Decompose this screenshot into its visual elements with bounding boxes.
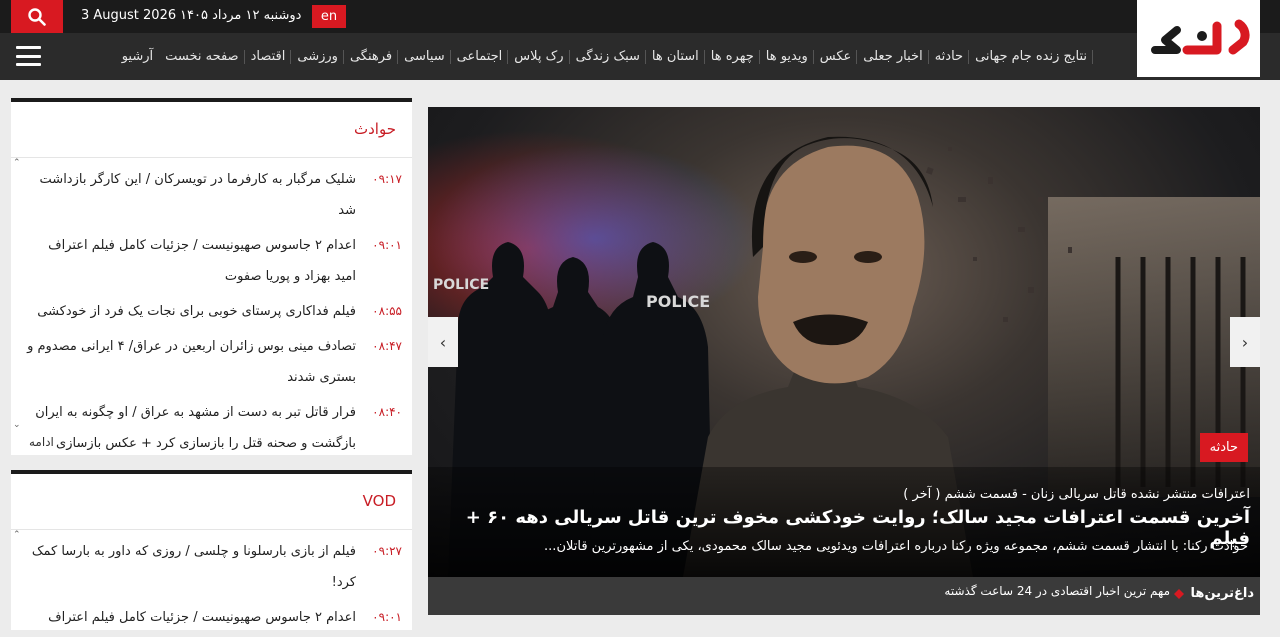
news-title[interactable]: شلیک مرگبار به کارفرما در تویسرکان / این… — [25, 164, 356, 226]
list-item[interactable]: ۰۹:۱۷ شلیک مرگبار به کارفرما در تویسرکان… — [25, 164, 402, 226]
news-time: ۰۸:۴۰ — [372, 405, 402, 419]
rokna-logo-icon — [1150, 19, 1250, 54]
list-item[interactable]: ۰۹:۰۱ اعدام ۲ جاسوس صهیونیست / جزئیات کا… — [25, 602, 402, 633]
nav-item-culture[interactable]: فرهنگی — [344, 33, 399, 80]
news-title[interactable]: فیلم از بازی بارسلونا و چلسی / روزی که د… — [25, 536, 356, 598]
hot-marker-icon — [1174, 589, 1184, 599]
hot-news-strip: داغ‌ترین‌ها مهم ترین اخبار اقتصادی در 24… — [428, 577, 1260, 615]
nav-item-home[interactable]: صفحه نخست — [159, 33, 246, 80]
divider — [11, 529, 412, 530]
nav-item-rokna-plus[interactable]: رک پلاس — [508, 33, 570, 80]
news-title[interactable]: تصادف مینی بوس زائران اربعین در عراق/ ۴ … — [25, 331, 356, 393]
vod-box-title[interactable]: VOD — [363, 492, 396, 510]
menu-icon[interactable] — [16, 46, 41, 66]
top-bar: 3 August 2026 دوشنبه ۱۲ مرداد ۱۴۰۵ en — [0, 0, 1280, 33]
date-gregorian: 3 August 2026 — [81, 8, 177, 23]
news-title[interactable]: فیلم فداکاری پرستای خوبی برای نجات یک فر… — [25, 296, 356, 327]
search-button[interactable] — [11, 0, 63, 33]
scroll-down-icon[interactable]: ⌄ — [13, 420, 21, 430]
site-logo[interactable] — [1137, 0, 1260, 77]
police-text-2: POLICE — [433, 277, 489, 293]
vod-news-list: ۰۹:۲۷ فیلم از بازی بارسلونا و چلسی / روز… — [25, 536, 402, 637]
scroll-up-icon[interactable]: ⌃ — [13, 530, 21, 540]
list-item[interactable]: ۰۹:۰۱ اعدام ۲ جاسوس صهیونیست / جزئیات کا… — [25, 230, 402, 292]
news-time: ۰۸:۴۷ — [372, 339, 402, 353]
divider — [11, 157, 412, 158]
hot-title: داغ‌ترین‌ها — [1190, 586, 1254, 601]
nav-item-photos[interactable]: عکس — [814, 33, 858, 80]
nav-item-economy[interactable]: اقتصاد — [245, 33, 292, 80]
vod-box: VOD ⌃ ۰۹:۲۷ فیلم از بازی بارسلونا و چلسی… — [11, 470, 412, 630]
list-item[interactable]: ۰۸:۴۰ فرار قاتل تبر به دست از مشهد به عر… — [25, 397, 402, 459]
scroll-up-icon[interactable]: ⌃ — [13, 158, 21, 168]
news-title[interactable]: اعدام ۲ جاسوس صهیونیست / جزئیات کامل فیل… — [25, 230, 356, 292]
nav-item-sports[interactable]: ورزشی — [291, 33, 344, 80]
nav-item-incidents[interactable]: حادثه — [929, 33, 970, 80]
list-item[interactable]: ۰۸:۴۷ تصادف مینی بوس زائران اربعین در عر… — [25, 331, 402, 393]
language-switch-button[interactable]: en — [312, 5, 346, 28]
hero-slider[interactable]: POLICE POLICE ‹ › حادثه اعترافات منتشر ن… — [428, 107, 1260, 577]
slider-next-button[interactable]: › — [1230, 317, 1260, 367]
list-item[interactable]: ۰۸:۵۵ فیلم فداکاری پرستای خوبی برای نجات… — [25, 296, 402, 327]
nav-item-fake-news[interactable]: اخبار جعلی — [857, 33, 930, 80]
chevron-right-icon: › — [1241, 332, 1249, 352]
news-time: ۰۹:۰۱ — [372, 610, 402, 624]
nav-item-lifestyle[interactable]: سبک زندگی — [570, 33, 647, 80]
main-nav: آرشیو صفحه نخست اقتصاد ورزشی فرهنگی سیاس… — [0, 33, 1280, 80]
news-title[interactable]: اعدام ۲ جاسوس صهیونیست / جزئیات کامل فیل… — [25, 602, 356, 633]
nav-item-videos[interactable]: ویدیو ها — [760, 33, 814, 80]
more-link[interactable]: ادامه — [29, 435, 54, 449]
slider-prev-button[interactable]: ‹ — [428, 317, 458, 367]
nav-item-archive[interactable]: آرشیو — [116, 33, 159, 80]
nav-items: آرشیو صفحه نخست اقتصاد ورزشی فرهنگی سیاس… — [116, 33, 1093, 80]
list-item[interactable]: ۰۹:۲۷ فیلم از بازی بارسلونا و چلسی / روز… — [25, 536, 402, 598]
news-time: ۰۸:۵۵ — [372, 304, 402, 318]
date-persian: دوشنبه ۱۲ مرداد ۱۴۰۵ — [180, 8, 302, 23]
nav-item-provinces[interactable]: استان ها — [646, 33, 705, 80]
hero-lead: حوادث رکنا: با انتشار قسمت ششم، مجموعه و… — [544, 539, 1248, 554]
news-title[interactable]: فرار قاتل تبر به دست از مشهد به عراق / ا… — [25, 397, 356, 459]
police-text-1: POLICE — [646, 292, 710, 311]
nav-item-politics[interactable]: سیاسی — [398, 33, 451, 80]
nav-item-social[interactable]: اجتماعی — [451, 33, 509, 80]
incidents-box-title[interactable]: حوادث — [354, 120, 396, 138]
nav-item-world-cup-live[interactable]: نتایج زنده جام جهانی — [969, 33, 1093, 80]
hot-news-item[interactable]: مهم ترین اخبار اقتصادی در 24 ساعت گذشته — [944, 584, 1170, 598]
hero-category-badge[interactable]: حادثه — [1199, 433, 1248, 462]
incidents-box: حوادث ⌃ ۰۹:۱۷ شلیک مرگبار به کارفرما در … — [11, 98, 412, 455]
news-time: ۰۹:۲۷ — [372, 544, 402, 558]
news-time: ۰۹:۱۷ — [372, 172, 402, 186]
search-icon — [28, 7, 46, 26]
nav-item-faces[interactable]: چهره ها — [705, 33, 760, 80]
news-time: ۰۹:۰۱ — [372, 238, 402, 252]
hero-supertitle: اعترافات منتشر نشده قاتل سریالی زنان - ق… — [903, 487, 1250, 502]
chevron-left-icon: ‹ — [439, 332, 447, 352]
incidents-news-list: ۰۹:۱۷ شلیک مرگبار به کارفرما در تویسرکان… — [25, 164, 402, 463]
